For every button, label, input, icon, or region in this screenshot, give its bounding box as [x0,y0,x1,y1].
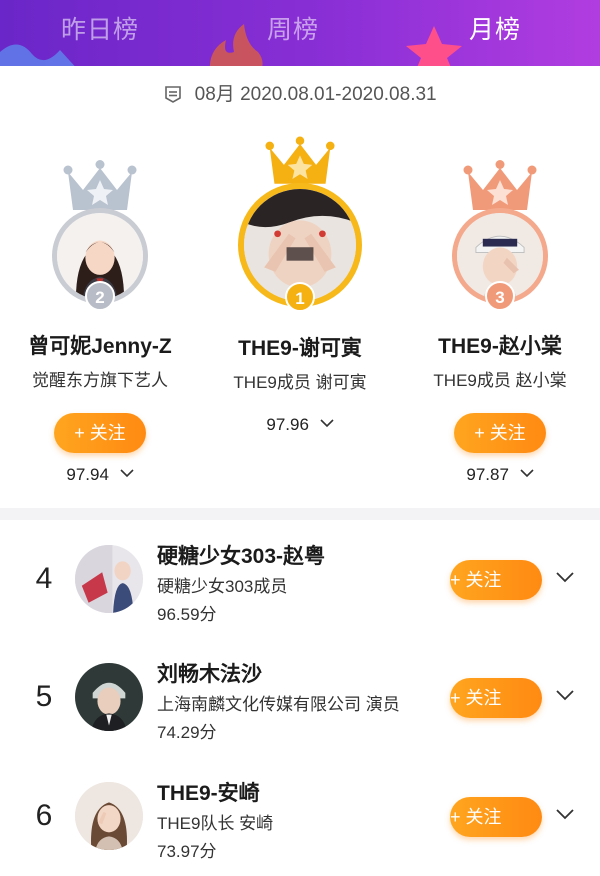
chevron-down-icon [320,419,334,428]
list-item: 4 硬糖少女303-赵粤 硬糖少女303成员 96.59分 + 关注 [0,530,600,640]
score-toggle[interactable]: 97.87 [400,465,600,485]
follow-button[interactable]: + 关注 [450,678,542,718]
artist-score: 74.29分 [157,723,217,742]
follow-button[interactable]: + 关注 [54,413,146,453]
artist-score: 73.97分 [157,842,217,861]
artist-name[interactable]: 刘畅木法沙 [157,658,262,688]
tab-monthly[interactable]: 月榜 [395,10,595,50]
chevron-down-icon[interactable] [556,809,574,820]
artist-score: 96.59分 [157,605,217,624]
podium-rank-3: 3 THE9-赵小棠 THE9成员 赵小棠 + 关注 97.87 [400,160,600,485]
bronze-crown-icon [463,160,537,210]
artist-subtitle: 硬糖少女303成员 [157,577,288,596]
artist-name[interactable]: 曾可妮Jenny-Z [0,330,200,360]
avatar[interactable] [75,782,143,850]
rank-badge: 2 [85,281,115,311]
period-month: 08月 [194,84,235,105]
artist-subtitle: 上海南麟文化传媒有限公司 演员 [157,695,400,714]
artist-score: 97.96 [266,415,309,434]
artist-score: 97.87 [466,465,509,484]
period-range: 2020.08.01-2020.08.31 [240,84,437,105]
rank-badge: 3 [485,281,515,311]
chevron-down-icon [520,469,534,478]
follow-button[interactable]: + 关注 [450,797,542,837]
rank-number: 6 [35,799,53,832]
chevron-down-icon[interactable] [556,572,574,583]
section-divider [0,508,600,520]
rank-number: 5 [35,680,53,713]
score-toggle[interactable]: 97.94 [0,465,200,485]
artist-subtitle: THE9队长 安崎 [157,814,274,833]
ranking-tab-bar: 昨日榜 周榜 月榜 [0,0,600,66]
chevron-down-icon [120,469,134,478]
podium-rank-1: 1 THE9-谢可寅 THE9成员 谢可寅 97.96 [200,135,400,435]
artist-score: 97.94 [66,465,109,484]
calendar-icon [165,86,182,103]
list-item: 5 刘畅木法沙 上海南麟文化传媒有限公司 演员 74.29分 + 关注 [0,648,600,758]
gold-crown-icon [265,136,335,184]
artist-subtitle: THE9成员 谢可寅 [233,373,367,392]
rank-badge: 1 [285,282,315,312]
artist-name[interactable]: THE9-安崎 [157,777,260,807]
rank-number: 4 [35,562,53,595]
tab-weekly[interactable]: 周榜 [193,10,393,50]
list-item: 6 THE9-安崎 THE9队长 安崎 73.97分 + 关注 [0,767,600,876]
artist-name[interactable]: 硬糖少女303-赵粤 [157,540,325,570]
artist-subtitle: THE9成员 赵小棠 [433,371,567,390]
artist-subtitle: 觉醒东方旗下艺人 [32,371,168,390]
artist-name[interactable]: THE9-赵小棠 [400,330,600,360]
avatar[interactable] [75,663,143,731]
tab-yesterday[interactable]: 昨日榜 [0,10,200,50]
follow-button[interactable]: + 关注 [454,413,546,453]
chevron-down-icon[interactable] [556,690,574,701]
artist-name[interactable]: THE9-谢可寅 [200,332,400,362]
ranking-period: 08月 2020.08.01-2020.08.31 [0,80,600,110]
silver-crown-icon [63,160,137,210]
podium-rank-2: 2 曾可妮Jenny-Z 觉醒东方旗下艺人 + 关注 97.94 [0,160,200,485]
follow-button[interactable]: + 关注 [450,560,542,600]
avatar[interactable] [75,545,143,613]
score-toggle[interactable]: 97.96 [200,415,400,435]
